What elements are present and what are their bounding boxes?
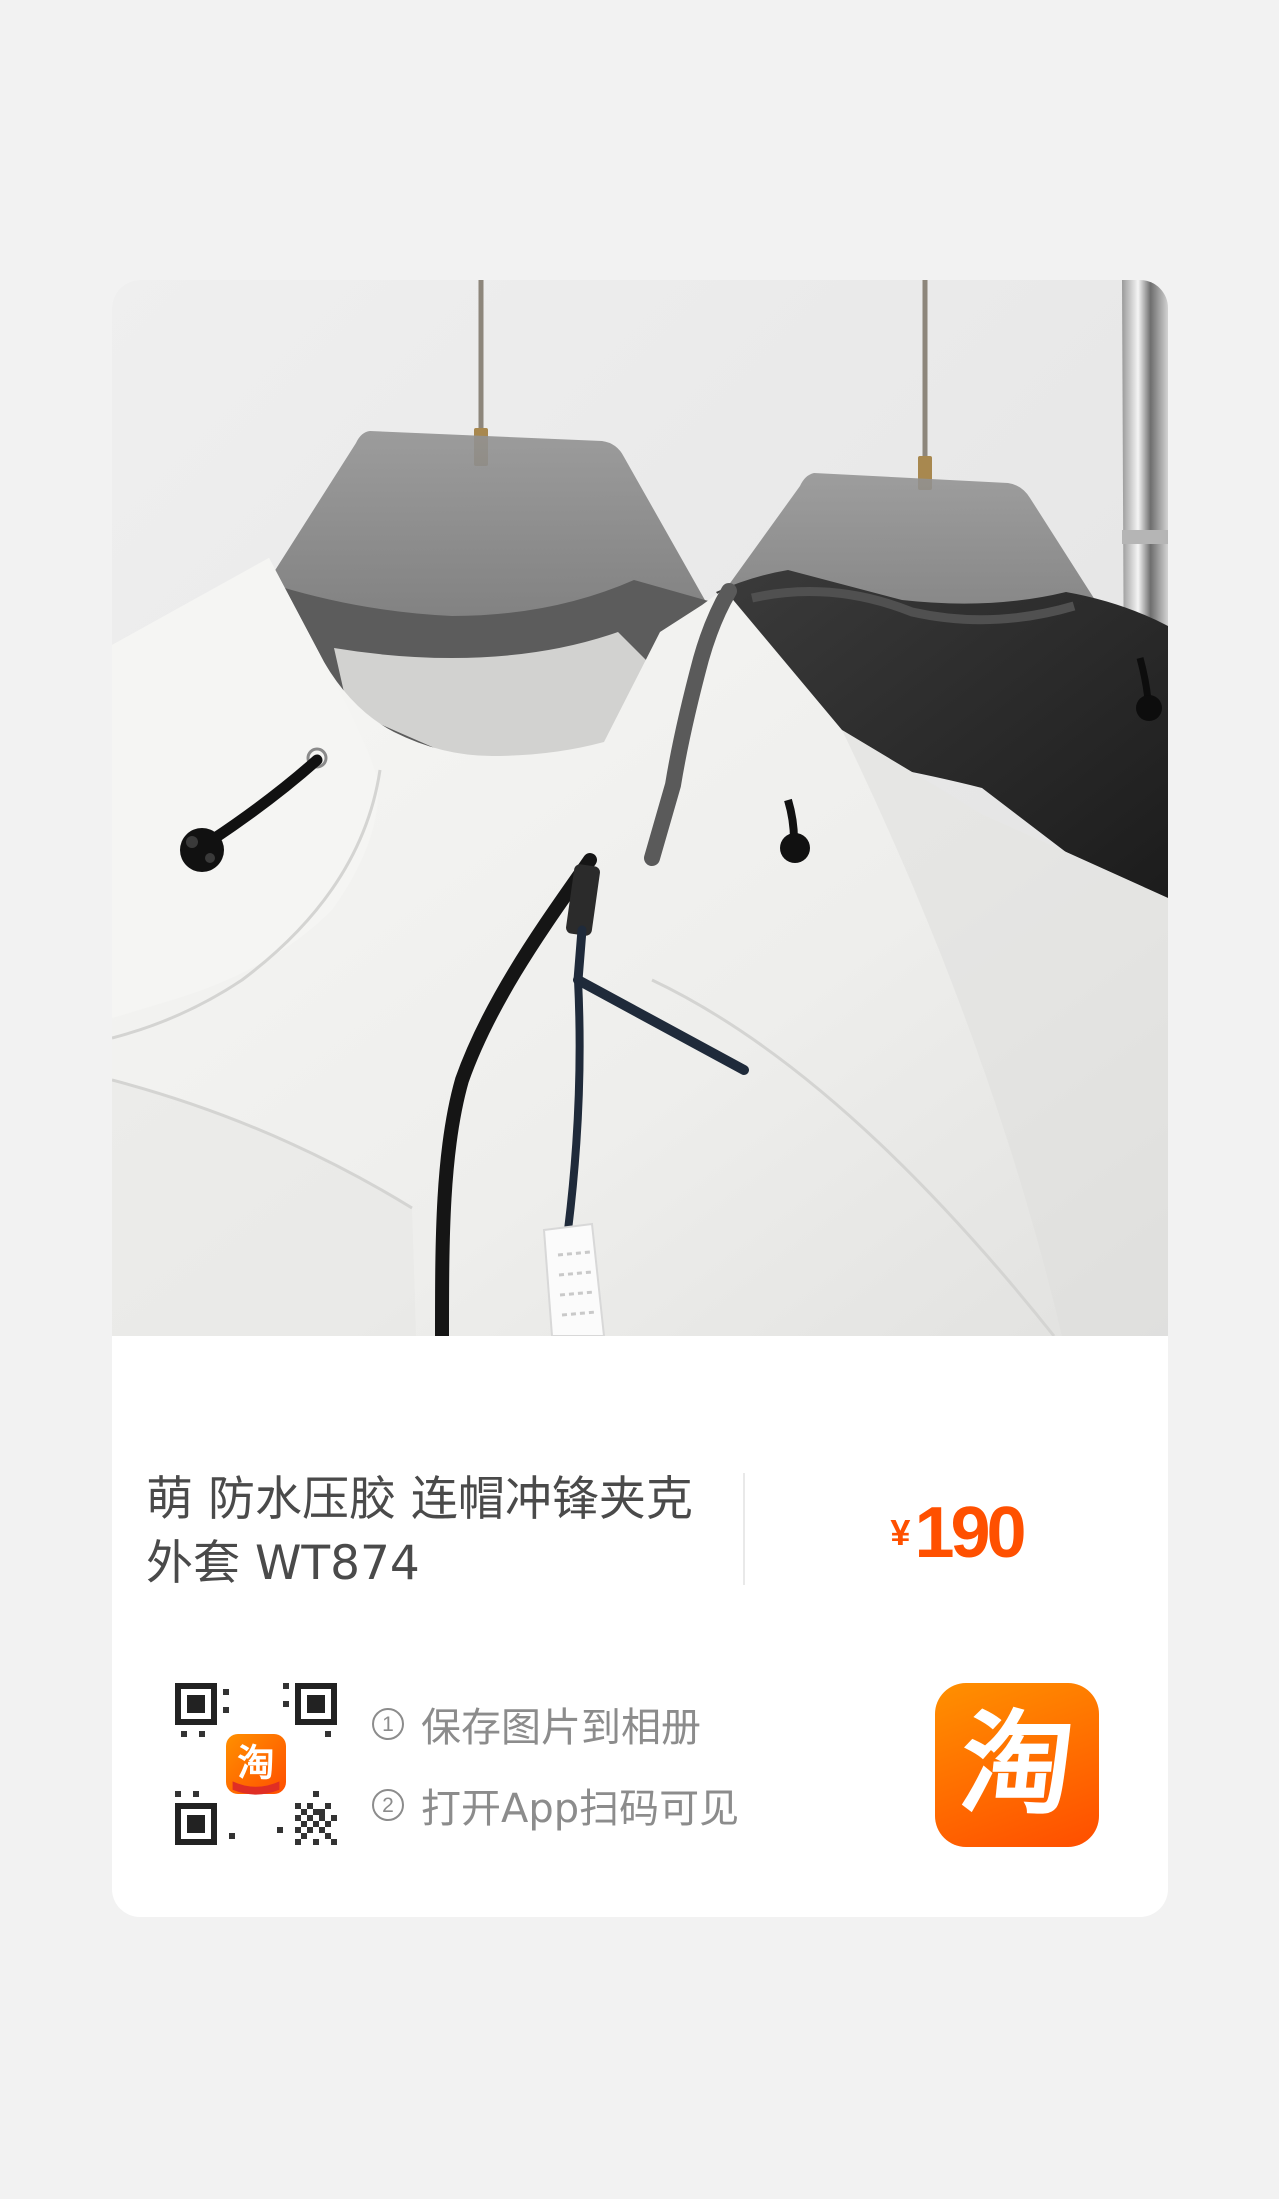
drawstring-left-knot-detail	[186, 836, 198, 848]
qr-finder-top-right	[295, 1683, 337, 1725]
product-share-card: 萌 防水压胶 连帽冲锋夹克外套 WT874 ¥ 190 淘 1 保存图片到相册 …	[112, 280, 1168, 1917]
qr-center-logo: 淘	[226, 1734, 286, 1795]
qr-logo-text: 淘	[237, 1740, 274, 1784]
step-number-badge: 2	[372, 1789, 404, 1821]
zipper-pull-loop	[573, 925, 587, 985]
black-jacket-cord-lock	[1136, 695, 1162, 721]
product-title: 萌 防水压胶 连帽冲锋夹克外套 WT874	[146, 1472, 693, 1591]
step-text: 保存图片到相册	[421, 1705, 701, 1751]
qr-finder-top-left	[175, 1683, 217, 1725]
product-photo	[112, 280, 1168, 1336]
drawstring-right-cord-lock	[780, 833, 810, 863]
share-step-1: 1 保存图片到相册	[372, 1694, 701, 1754]
drawstring-left-knot-detail	[205, 853, 215, 863]
taobao-logo-icon: 淘	[935, 1683, 1099, 1847]
price-currency: ¥	[890, 1512, 911, 1553]
qr-code: 淘	[175, 1683, 337, 1845]
drawstring-left-cord-lock	[180, 828, 224, 872]
step-text: 打开App扫码可见	[421, 1786, 740, 1832]
qr-finder-bottom-left	[175, 1803, 217, 1845]
rack-bracket	[1122, 530, 1168, 544]
price-amount: 190	[914, 1493, 1026, 1573]
price: ¥ 190	[745, 1480, 1168, 1586]
taobao-logo-text: 淘	[954, 1700, 1080, 1830]
step-number-badge: 1	[372, 1708, 404, 1740]
share-step-2: 2 打开App扫码可见	[372, 1775, 739, 1835]
